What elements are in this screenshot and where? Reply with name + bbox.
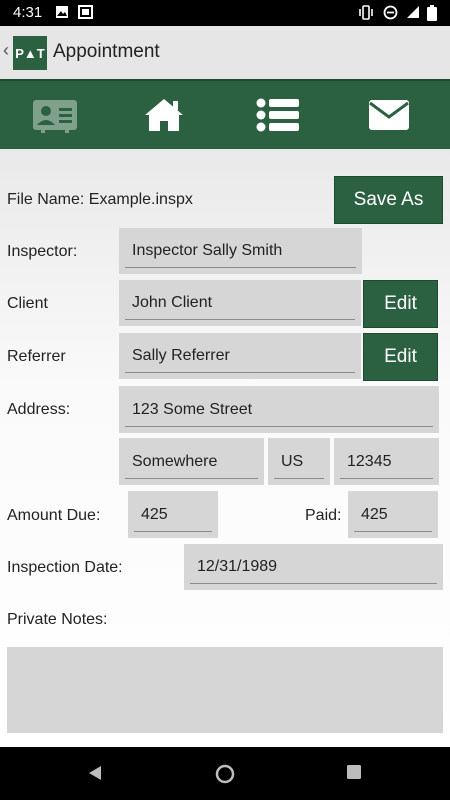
field-underline bbox=[125, 426, 433, 427]
page-title: Appointment bbox=[53, 41, 160, 62]
mail-button[interactable] bbox=[364, 95, 414, 135]
image-notification-icon bbox=[55, 5, 69, 24]
referrer-label: Referrer bbox=[7, 348, 66, 365]
home-button[interactable] bbox=[139, 95, 189, 135]
vibrate-icon bbox=[358, 5, 374, 25]
field-underline bbox=[125, 372, 355, 373]
status-time: 4:31 bbox=[13, 4, 43, 21]
zip-field[interactable]: 12345 bbox=[334, 438, 439, 485]
city-field[interactable]: Somewhere bbox=[119, 438, 264, 485]
field-underline bbox=[125, 267, 356, 268]
inspector-label: Inspector: bbox=[7, 243, 78, 260]
contact-card-icon bbox=[33, 100, 77, 133]
client-field[interactable]: John Client bbox=[119, 280, 361, 326]
back-nav-icon[interactable] bbox=[86, 764, 104, 787]
screen-notification-icon bbox=[78, 5, 93, 24]
referrer-field[interactable]: Sally Referrer bbox=[119, 333, 361, 379]
save-as-button[interactable]: Save As bbox=[334, 176, 443, 224]
inspection-date-label: Inspection Date: bbox=[7, 559, 123, 576]
paid-label: Paid: bbox=[305, 507, 342, 524]
app-bar: ‹ P▲T Appointment bbox=[0, 26, 450, 79]
field-underline bbox=[125, 478, 258, 479]
referrer-edit-button[interactable]: Edit bbox=[363, 333, 438, 381]
field-underline bbox=[125, 319, 355, 320]
mail-icon bbox=[369, 100, 409, 130]
field-underline bbox=[190, 583, 437, 584]
contact-card-button[interactable] bbox=[30, 95, 80, 135]
inspector-field[interactable]: Inspector Sally Smith bbox=[119, 228, 362, 274]
inspection-date-field[interactable]: 12/31/1989 bbox=[184, 544, 443, 590]
recents-nav-icon[interactable] bbox=[346, 764, 362, 785]
file-name-label: File Name: Example.inspx bbox=[7, 191, 193, 208]
paid-field[interactable]: 425 bbox=[348, 491, 438, 538]
field-underline bbox=[274, 478, 324, 479]
do-not-disturb-icon bbox=[383, 5, 398, 25]
list-icon bbox=[256, 98, 299, 132]
field-underline bbox=[134, 531, 212, 532]
appointment-form: File Name: Example.inspx Save As Inspect… bbox=[0, 149, 450, 747]
client-label: Client bbox=[7, 295, 48, 312]
amount-due-label: Amount Due: bbox=[7, 507, 101, 524]
battery-icon bbox=[427, 5, 437, 26]
status-bar: 4:31 bbox=[0, 0, 450, 26]
system-nav-bar bbox=[0, 748, 450, 800]
amount-due-field[interactable]: 425 bbox=[128, 491, 218, 538]
field-underline bbox=[354, 531, 432, 532]
street-field[interactable]: 123 Some Street bbox=[119, 386, 439, 433]
address-label: Address: bbox=[7, 401, 71, 418]
private-notes-label: Private Notes: bbox=[7, 611, 108, 628]
signal-icon bbox=[406, 5, 420, 24]
private-notes-textarea[interactable] bbox=[7, 647, 443, 733]
list-button[interactable] bbox=[253, 95, 303, 135]
app-logo[interactable]: P▲T bbox=[13, 36, 47, 70]
field-underline bbox=[340, 478, 433, 479]
country-field[interactable]: US bbox=[268, 438, 330, 485]
home-icon bbox=[145, 99, 183, 131]
toolbar bbox=[0, 79, 450, 149]
client-edit-button[interactable]: Edit bbox=[363, 280, 438, 328]
back-chevron-icon[interactable]: ‹ bbox=[3, 40, 9, 61]
home-nav-icon[interactable] bbox=[215, 764, 235, 789]
